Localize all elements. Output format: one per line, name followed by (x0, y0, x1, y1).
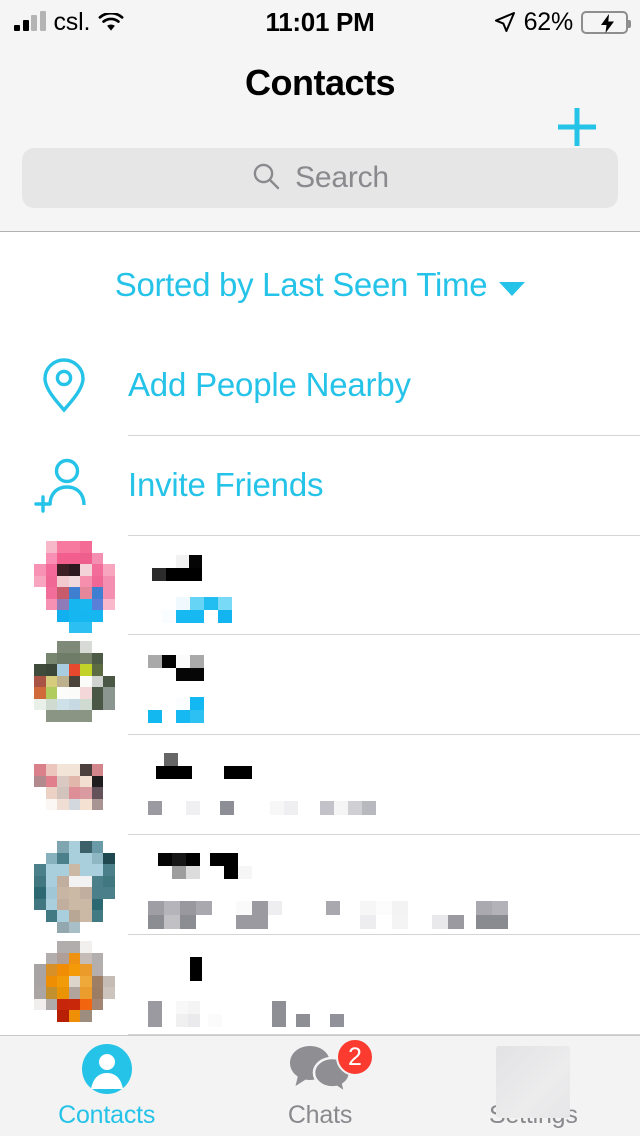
contact-row[interactable] (0, 635, 640, 735)
status-bar: csl. 11:01 PM 62% (0, 0, 640, 44)
contact-row[interactable] (0, 535, 640, 635)
navigation-bar: Contacts Search (0, 44, 640, 232)
clock-label: 11:01 PM (265, 6, 375, 37)
add-contact-button[interactable] (550, 100, 604, 154)
battery-percent-label: 62% (523, 7, 574, 36)
search-icon (251, 161, 281, 196)
add-people-nearby-row[interactable]: Add People Nearby (0, 335, 640, 435)
avatar (34, 941, 126, 1033)
tab-contacts-label: Contacts (58, 1101, 156, 1129)
search-placeholder: Search (295, 161, 389, 194)
avatar (34, 541, 126, 633)
avatar (34, 741, 126, 833)
search-input[interactable]: Search (22, 148, 618, 208)
chats-badge: 2 (335, 1038, 374, 1076)
location-arrow-icon (494, 11, 516, 33)
chevron-down-icon (499, 282, 526, 296)
invite-friends-row[interactable]: Invite Friends (0, 435, 640, 535)
sort-label: Sorted by Last Seen Time (114, 266, 488, 303)
person-add-icon (0, 455, 128, 515)
app-screen: csl. 11:01 PM 62% Contacts Search Sorted… (0, 0, 640, 1136)
tab-settings[interactable]: Settings (427, 1036, 640, 1136)
sort-selector[interactable]: Sorted by Last Seen Time (0, 233, 640, 337)
tab-chats-label: Chats (287, 1101, 353, 1129)
page-title: Contacts (244, 62, 396, 103)
contact-row[interactable] (0, 835, 640, 935)
person-circle-icon (80, 1042, 134, 1096)
tab-contacts[interactable]: Contacts (0, 1036, 213, 1136)
status-bar-right: 62% (494, 0, 631, 44)
tab-bar: Contacts 2 Chats Settings (0, 1035, 640, 1136)
tab-chats[interactable]: 2 Chats (213, 1036, 426, 1136)
invite-friends-label: Invite Friends (128, 466, 324, 503)
chat-bubbles-icon: 2 (288, 1038, 374, 1096)
location-pin-icon (0, 356, 128, 414)
settings-icon-redaction (496, 1046, 571, 1118)
contact-row[interactable] (0, 735, 640, 835)
avatar (34, 641, 126, 733)
avatar (34, 841, 126, 933)
contact-row[interactable] (0, 935, 640, 1035)
battery-charging-icon (581, 10, 631, 34)
add-people-nearby-label: Add People Nearby (128, 366, 411, 403)
